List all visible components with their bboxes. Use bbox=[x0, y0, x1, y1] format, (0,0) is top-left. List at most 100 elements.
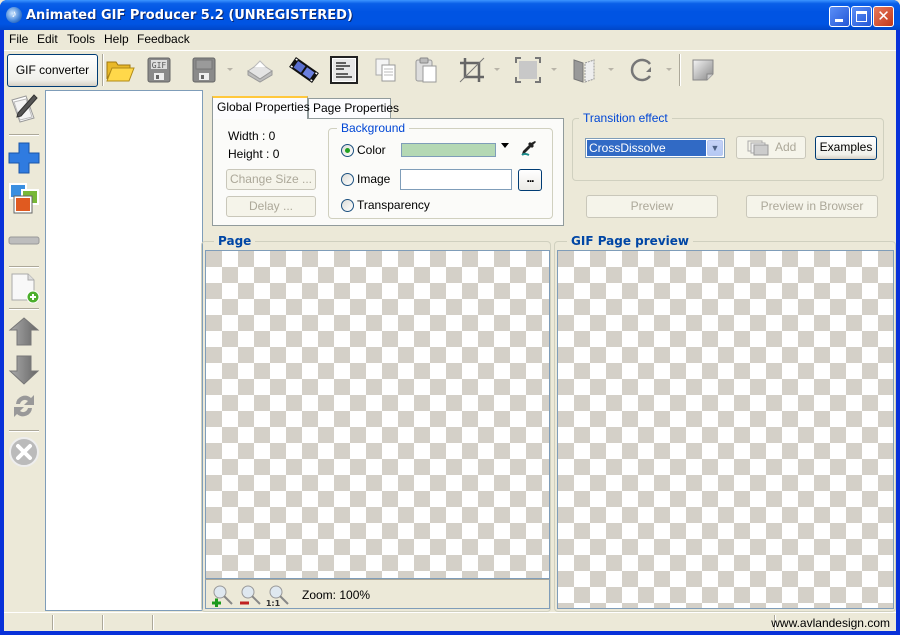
preview-section-title: GIF Page preview bbox=[567, 234, 693, 248]
page-icon bbox=[692, 59, 714, 81]
paste-button[interactable] bbox=[410, 54, 442, 86]
remove-button[interactable] bbox=[8, 224, 40, 256]
preview-button[interactable]: Preview bbox=[586, 195, 718, 218]
status-bar: www.avlandesign.com bbox=[4, 612, 896, 631]
resize-icon bbox=[515, 57, 541, 83]
rotate-icon bbox=[630, 58, 651, 82]
resize-dropdown-arrow[interactable] bbox=[551, 68, 557, 71]
menu-tools[interactable]: Tools bbox=[67, 32, 95, 46]
minimize-icon bbox=[835, 19, 843, 22]
save-icon bbox=[192, 57, 216, 83]
add-transition-button[interactable]: Add bbox=[736, 136, 806, 159]
menu-file[interactable]: File bbox=[9, 32, 28, 46]
transition-group: Transition effect CrossDissolve ▼ Add Ex… bbox=[572, 111, 884, 181]
maximize-button[interactable] bbox=[851, 6, 872, 27]
preview-in-browser-button[interactable]: Preview in Browser bbox=[746, 195, 878, 218]
flip-dropdown-arrow[interactable] bbox=[608, 68, 614, 71]
copy-icon bbox=[375, 58, 396, 82]
status-separator bbox=[52, 615, 54, 630]
save-gif-button[interactable]: GIF bbox=[143, 54, 175, 86]
image-path-input[interactable] bbox=[400, 169, 512, 190]
delay-button[interactable]: Delay ... bbox=[226, 196, 316, 217]
examples-button[interactable]: Examples bbox=[815, 136, 877, 160]
remove-icon bbox=[8, 236, 40, 245]
move-up-icon bbox=[8, 317, 40, 346]
copy-button[interactable] bbox=[370, 54, 402, 86]
save-dropdown-arrow[interactable] bbox=[227, 68, 233, 71]
refresh-button[interactable] bbox=[8, 390, 40, 422]
page-canvas[interactable] bbox=[205, 250, 550, 579]
rotate-button[interactable] bbox=[626, 54, 658, 86]
document-icon bbox=[330, 56, 358, 84]
film-icon bbox=[289, 57, 319, 83]
zoom-bar: 1:1 Zoom: 100% bbox=[205, 579, 550, 609]
color-swatch[interactable] bbox=[401, 143, 496, 157]
page-button[interactable] bbox=[687, 54, 719, 86]
pages-list[interactable] bbox=[45, 90, 203, 611]
transparency-radio[interactable] bbox=[341, 199, 354, 212]
menu-bar: File Edit Tools Help Feedback bbox=[4, 30, 896, 49]
change-size-button[interactable]: Change Size ... bbox=[226, 169, 316, 190]
gif-converter-button[interactable]: GIF converter bbox=[7, 54, 98, 87]
transition-group-title: Transition effect bbox=[579, 111, 672, 125]
flip-button[interactable] bbox=[568, 54, 600, 86]
menu-help[interactable]: Help bbox=[104, 32, 129, 46]
window-title: Animated GIF Producer 5.2 (UNREGISTERED) bbox=[26, 8, 353, 23]
close-button[interactable]: ✕ bbox=[873, 6, 894, 27]
website-link[interactable]: www.avlandesign.com bbox=[771, 616, 890, 630]
menu-edit[interactable]: Edit bbox=[37, 32, 58, 46]
minimize-button[interactable] bbox=[829, 6, 850, 27]
tab-page-properties[interactable]: Page Properties bbox=[308, 98, 399, 118]
new-page-icon bbox=[11, 273, 40, 304]
status-separator bbox=[102, 615, 104, 630]
color-radio-label: Color bbox=[357, 143, 386, 157]
image-radio-label: Image bbox=[357, 172, 391, 186]
move-down-button[interactable] bbox=[8, 354, 40, 386]
add-images-button[interactable] bbox=[8, 182, 40, 214]
resize-button[interactable] bbox=[512, 54, 544, 86]
transition-select[interactable]: CrossDissolve ▼ bbox=[585, 138, 725, 158]
menu-feedback[interactable]: Feedback bbox=[137, 32, 190, 46]
edit-pages-button[interactable] bbox=[8, 92, 40, 124]
svg-text:1:1: 1:1 bbox=[266, 599, 281, 607]
save-gif-icon: GIF bbox=[147, 57, 171, 83]
add-button[interactable] bbox=[8, 142, 40, 174]
save-button[interactable] bbox=[188, 54, 220, 86]
transition-select-value: CrossDissolve bbox=[587, 140, 706, 156]
gif-preview-canvas bbox=[557, 250, 894, 609]
color-dropdown-arrow[interactable] bbox=[501, 143, 509, 148]
zoom-reset-icon[interactable]: 1:1 bbox=[266, 583, 290, 607]
print-icon bbox=[247, 60, 273, 83]
add-images-icon bbox=[9, 183, 39, 214]
image-radio[interactable] bbox=[341, 173, 354, 186]
zoom-in-icon[interactable] bbox=[210, 583, 234, 607]
crop-button[interactable] bbox=[456, 54, 488, 86]
height-label: Height : 0 bbox=[228, 147, 280, 161]
add-icon bbox=[8, 142, 40, 174]
zoom-out-icon[interactable] bbox=[238, 583, 262, 607]
delete-button[interactable] bbox=[8, 436, 40, 468]
transparency-radio-label: Transparency bbox=[357, 198, 430, 212]
document-button[interactable] bbox=[328, 54, 360, 86]
global-properties-panel: Width : 0 Height : 0 Change Size ... Del… bbox=[212, 118, 564, 226]
status-separator bbox=[152, 615, 154, 630]
crop-dropdown-arrow[interactable] bbox=[494, 68, 500, 71]
open-folder-icon bbox=[106, 61, 135, 82]
title-bar[interactable]: ♪ Animated GIF Producer 5.2 (UNREGISTERE… bbox=[0, 0, 900, 30]
chevron-down-icon[interactable]: ▼ bbox=[707, 140, 723, 156]
background-group: Background Color Image ... Transparency bbox=[328, 121, 553, 219]
movie-button[interactable] bbox=[288, 54, 320, 86]
eyedropper-icon[interactable] bbox=[520, 139, 538, 157]
tab-global-properties[interactable]: Global Properties bbox=[212, 96, 310, 119]
client-area: File Edit Tools Help Feedback GIF conver… bbox=[4, 30, 896, 631]
left-toolbar-separator bbox=[9, 266, 39, 268]
open-button[interactable] bbox=[104, 54, 136, 86]
maximize-icon bbox=[856, 11, 867, 22]
toolbar-separator bbox=[679, 54, 681, 86]
new-page-button[interactable] bbox=[8, 272, 40, 304]
rotate-dropdown-arrow[interactable] bbox=[666, 68, 672, 71]
browse-image-button[interactable]: ... bbox=[518, 169, 542, 191]
color-radio[interactable] bbox=[341, 144, 354, 157]
move-up-button[interactable] bbox=[8, 316, 40, 348]
print-button[interactable] bbox=[244, 54, 276, 86]
